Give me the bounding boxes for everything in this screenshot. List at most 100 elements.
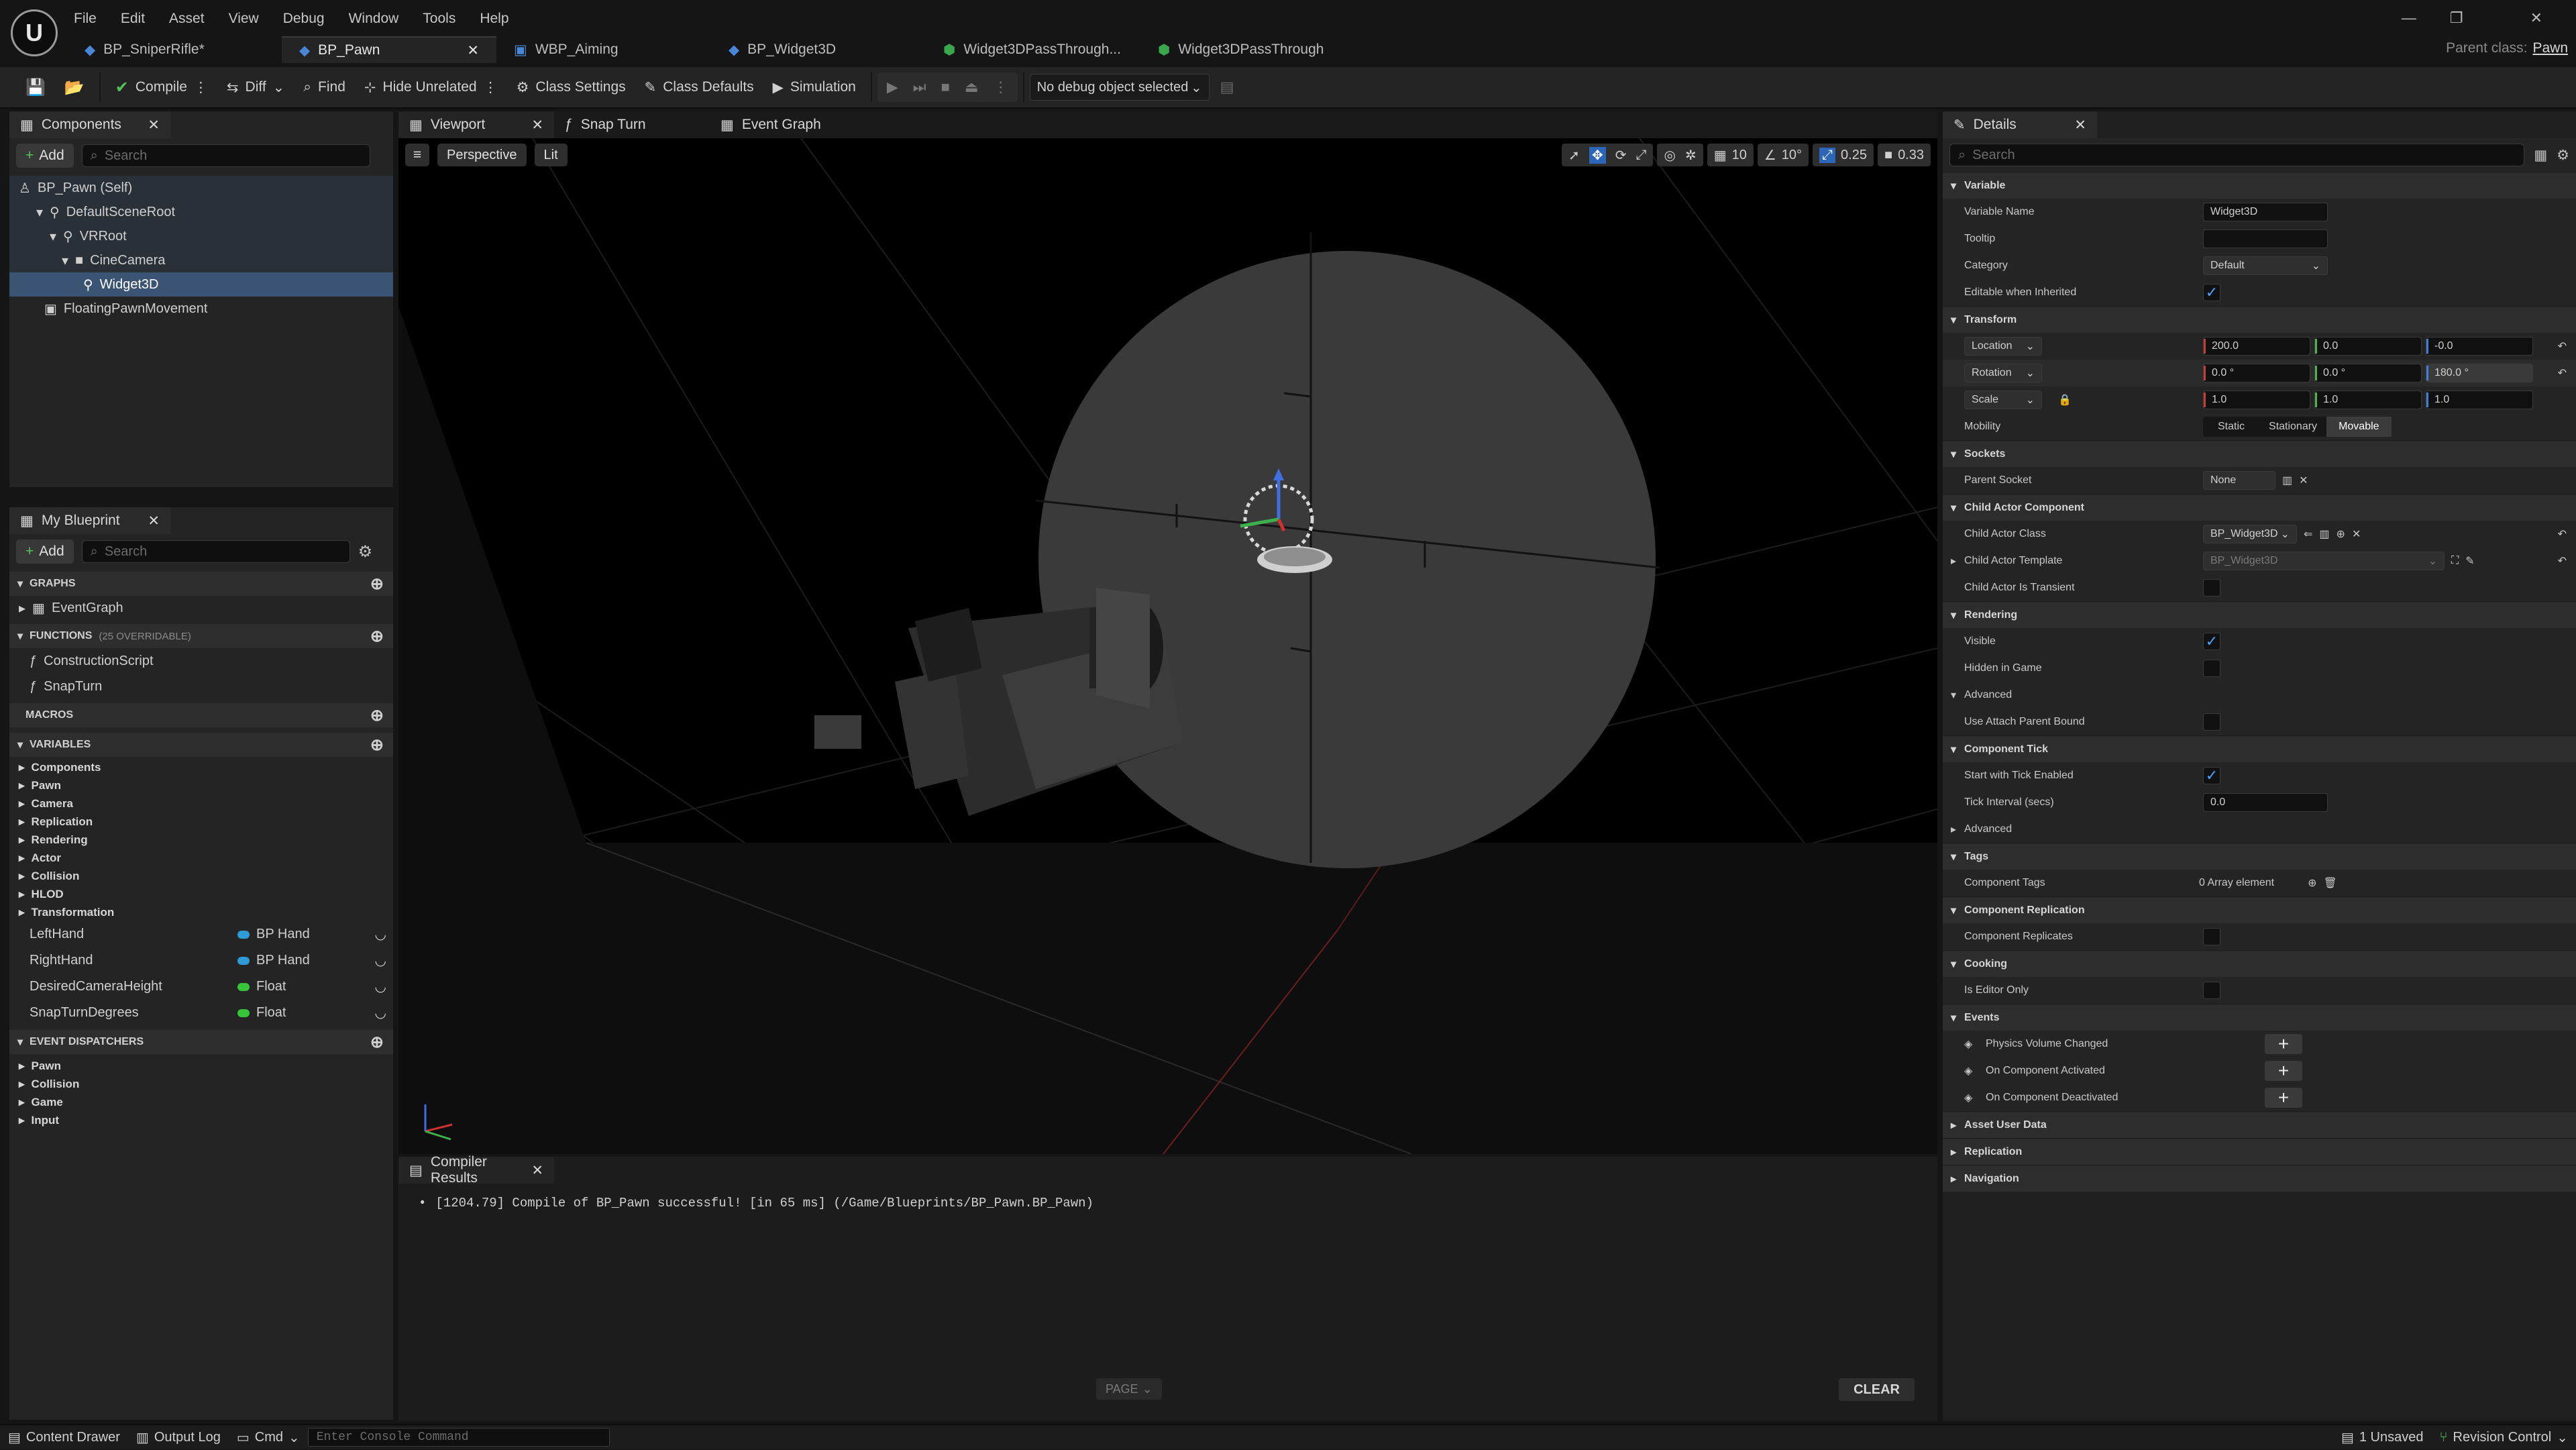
- browse-icon[interactable]: ▥: [2282, 474, 2292, 487]
- components-tab[interactable]: ▦Components✕: [9, 111, 170, 138]
- rotation-mode-select[interactable]: Rotation⌄: [1964, 364, 2042, 382]
- doc-tab-bp-widget3d[interactable]: ◆BP_Widget3D: [711, 36, 926, 63]
- function-snapturn[interactable]: ƒSnapTurn: [9, 674, 393, 699]
- menu-window[interactable]: Window: [337, 5, 411, 32]
- rotation-x-input[interactable]: 0.0 °: [2203, 364, 2310, 382]
- mobility-stationary[interactable]: Stationary: [2259, 417, 2326, 437]
- editor-only-checkbox[interactable]: [2203, 982, 2220, 999]
- doc-tab-passthrough-1[interactable]: ⬢Widget3DPassThrough...: [926, 36, 1140, 63]
- doc-tab-bp-sniperrifle[interactable]: ◆BP_SniperRifle*: [67, 36, 282, 63]
- step-icon[interactable]: ⏭: [913, 79, 926, 96]
- select-icon[interactable]: ➚: [1568, 147, 1580, 164]
- variable-desiredcameraheight[interactable]: DesiredCameraHeightFloat◡: [9, 974, 393, 1000]
- dispatcher-category[interactable]: ▸Pawn: [9, 1057, 393, 1075]
- visibility-eye-icon[interactable]: ◡: [375, 1004, 386, 1021]
- close-icon[interactable]: ✕: [2074, 117, 2086, 134]
- expand-arrow-icon[interactable]: ▾: [50, 228, 56, 245]
- menu-tools[interactable]: Tools: [411, 5, 468, 32]
- visibility-eye-icon[interactable]: ◡: [375, 926, 386, 943]
- use-selected-icon[interactable]: ⇐: [2304, 527, 2312, 541]
- content-drawer-button[interactable]: ▤Content Drawer: [0, 1425, 128, 1450]
- camera-speed[interactable]: ■0.33: [1878, 144, 1931, 166]
- add-icon[interactable]: ⊕: [2337, 527, 2345, 541]
- visibility-eye-icon[interactable]: ◡: [375, 952, 386, 969]
- menu-file[interactable]: File: [62, 5, 109, 32]
- close-icon[interactable]: ✕: [148, 117, 160, 134]
- row-tick-advanced[interactable]: ▸Advanced: [1943, 816, 2576, 843]
- add-dispatcher-icon[interactable]: ⊕: [370, 1033, 384, 1052]
- var-category[interactable]: ▸Replication: [9, 813, 393, 831]
- focus-icon[interactable]: ⛶: [2451, 555, 2459, 567]
- tooltip-input[interactable]: [2203, 229, 2328, 248]
- lock-icon[interactable]: 🔒: [2058, 393, 2072, 407]
- add-member-button[interactable]: +Add: [16, 539, 74, 564]
- surface-snap-icon[interactable]: ✲: [1685, 147, 1697, 164]
- replicates-checkbox[interactable]: [2203, 928, 2220, 945]
- doc-tab-passthrough-2[interactable]: ⬢Widget3DPassThrough: [1140, 36, 1355, 63]
- edit-icon[interactable]: ✎: [2465, 554, 2474, 568]
- var-category[interactable]: ▸Rendering: [9, 831, 393, 849]
- tree-item-floatingpawnmovement[interactable]: ▣FloatingPawnMovement: [9, 297, 393, 321]
- world-icon[interactable]: ◎: [1664, 147, 1675, 164]
- browse-icon[interactable]: ▥: [2319, 527, 2329, 541]
- trash-icon[interactable]: 🗑: [2323, 876, 2337, 890]
- menu-help[interactable]: Help: [468, 5, 521, 32]
- move-icon[interactable]: ✥: [1589, 147, 1606, 164]
- add-event-button[interactable]: +: [2265, 1034, 2302, 1054]
- var-category[interactable]: ▸Actor: [9, 849, 393, 867]
- diff-button[interactable]: ⇆Diff⌄: [217, 70, 294, 104]
- var-category[interactable]: ▸Pawn: [9, 776, 393, 794]
- add-event-button[interactable]: +: [2265, 1061, 2302, 1081]
- add-function-icon[interactable]: ⊕: [370, 627, 384, 646]
- tab-viewport[interactable]: ▦Viewport✕: [398, 111, 554, 138]
- transient-checkbox[interactable]: [2203, 579, 2220, 597]
- var-category[interactable]: ▸Components: [9, 758, 393, 776]
- page-button[interactable]: PAGE⌄: [1096, 1378, 1162, 1400]
- gear-icon[interactable]: ⚙: [2557, 147, 2569, 164]
- location-y-input[interactable]: 0.0: [2314, 337, 2422, 356]
- tree-item-widget3d[interactable]: ⚲Widget3D: [9, 272, 393, 297]
- clear-icon[interactable]: ✕: [2352, 527, 2361, 541]
- section-cooking[interactable]: ▾Cooking: [1943, 950, 2576, 977]
- unreal-logo-icon[interactable]: U: [11, 9, 58, 56]
- cmd-select[interactable]: ▭Cmd⌄: [229, 1425, 308, 1450]
- dispatcher-category[interactable]: ▸Input: [9, 1111, 393, 1129]
- variable-lefthand[interactable]: LeftHandBP Hand◡: [9, 921, 393, 947]
- child-actor-class-select[interactable]: BP_Widget3D⌄: [2203, 525, 2297, 543]
- add-event-button[interactable]: +: [2265, 1088, 2302, 1108]
- variables-section[interactable]: ▾VARIABLES⊕: [9, 733, 393, 757]
- expand-arrow-icon[interactable]: ▾: [36, 204, 43, 221]
- simulation-button[interactable]: ▶Simulation: [763, 70, 865, 104]
- add-graph-icon[interactable]: ⊕: [370, 574, 384, 594]
- save-button[interactable]: 💾: [16, 70, 55, 104]
- dispatcher-category[interactable]: ▸Game: [9, 1093, 393, 1111]
- reset-icon[interactable]: ↶: [2558, 366, 2567, 380]
- location-z-input[interactable]: -0.0: [2426, 337, 2533, 356]
- add-macro-icon[interactable]: ⊕: [370, 706, 384, 725]
- variable-righthand[interactable]: RightHandBP Hand◡: [9, 947, 393, 974]
- tree-item-cinecamera[interactable]: ▾■CineCamera: [9, 248, 393, 272]
- variable-name-input[interactable]: Widget3D: [2203, 203, 2328, 221]
- section-variable[interactable]: ▾Variable: [1943, 172, 2576, 199]
- grid-snap[interactable]: ▦10: [1707, 144, 1754, 166]
- debug-filter-icon[interactable]: ▤: [1220, 79, 1234, 96]
- section-events[interactable]: ▾Events: [1943, 1004, 2576, 1031]
- var-category[interactable]: ▸HLOD: [9, 885, 393, 903]
- section-component-replication[interactable]: ▾Component Replication: [1943, 896, 2576, 923]
- var-category[interactable]: ▸Camera: [9, 794, 393, 813]
- more-icon[interactable]: ⋮: [484, 79, 498, 96]
- eject-icon[interactable]: ⏏: [965, 79, 979, 96]
- revision-control-button[interactable]: ⑂Revision Control⌄: [2432, 1425, 2576, 1450]
- tab-snap-turn[interactable]: ƒSnap Turn: [554, 111, 710, 138]
- scale-icon[interactable]: ⤢: [1635, 148, 1646, 163]
- perspective-button[interactable]: Perspective: [437, 144, 527, 166]
- my-blueprint-tab[interactable]: ▦My Blueprint✕: [9, 507, 170, 534]
- dispatcher-category[interactable]: ▸Collision: [9, 1075, 393, 1093]
- section-asset-user-data[interactable]: ▸Asset User Data: [1943, 1111, 2576, 1138]
- section-sockets[interactable]: ▾Sockets: [1943, 440, 2576, 467]
- clear-button[interactable]: CLEAR: [1839, 1378, 1915, 1401]
- start-tick-checkbox[interactable]: ✓: [2203, 767, 2220, 784]
- compile-button[interactable]: ✔Compile⋮: [106, 70, 217, 104]
- hide-unrelated-button[interactable]: ⊹Hide Unrelated⋮: [355, 70, 507, 104]
- unsaved-indicator[interactable]: ▤1 Unsaved: [2333, 1425, 2432, 1450]
